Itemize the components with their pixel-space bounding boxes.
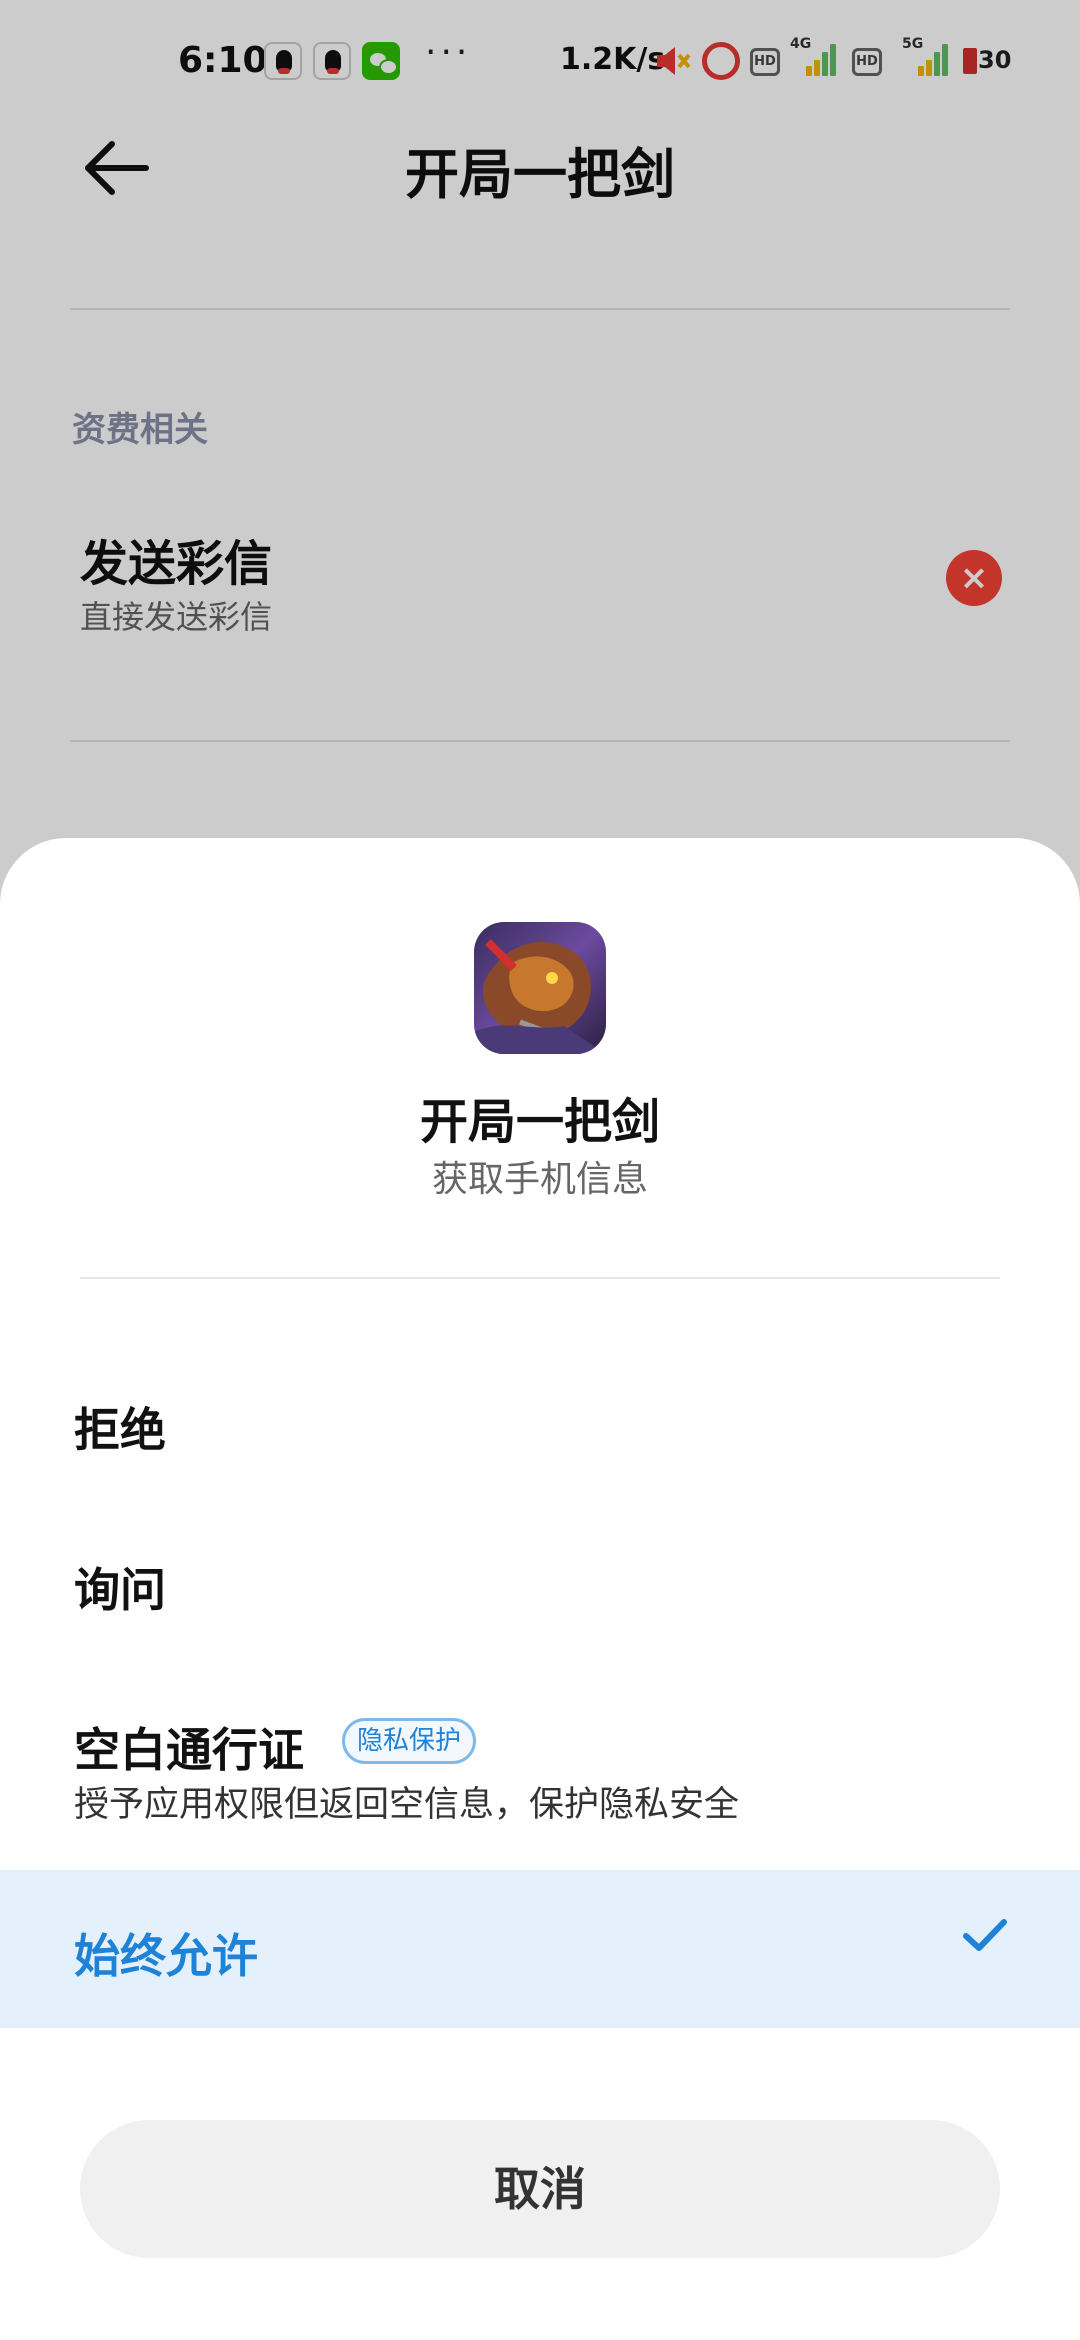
option-label: 拒绝 (74, 1403, 166, 1457)
option-always-allow[interactable]: 始终允许 (0, 1870, 1080, 2028)
option-label: 始终允许 (74, 1929, 258, 1983)
option-label: 询问 (74, 1563, 166, 1617)
privacy-protection-badge: 隐私保护 (342, 1718, 477, 1764)
sheet-app-name: 开局一把剑 (419, 1094, 660, 1150)
option-description: 授予应用权限但返回空信息，保护隐私安全 (74, 1785, 740, 1825)
app-icon (474, 922, 606, 1054)
option-ask[interactable]: 询问 (0, 1520, 1080, 1640)
permission-name: 获取手机信息 (431, 1159, 648, 1200)
option-label: 空白通行证 (74, 1723, 304, 1777)
option-deny[interactable]: 拒绝 (0, 1360, 1080, 1480)
cancel-button[interactable]: 取消 (80, 2120, 1000, 2258)
divider (80, 1277, 1000, 1279)
checkmark-icon (963, 1919, 1007, 1951)
option-blank-pass[interactable]: 空白通行证 授予应用权限但返回空信息，保护隐私安全 (0, 1690, 1080, 1840)
